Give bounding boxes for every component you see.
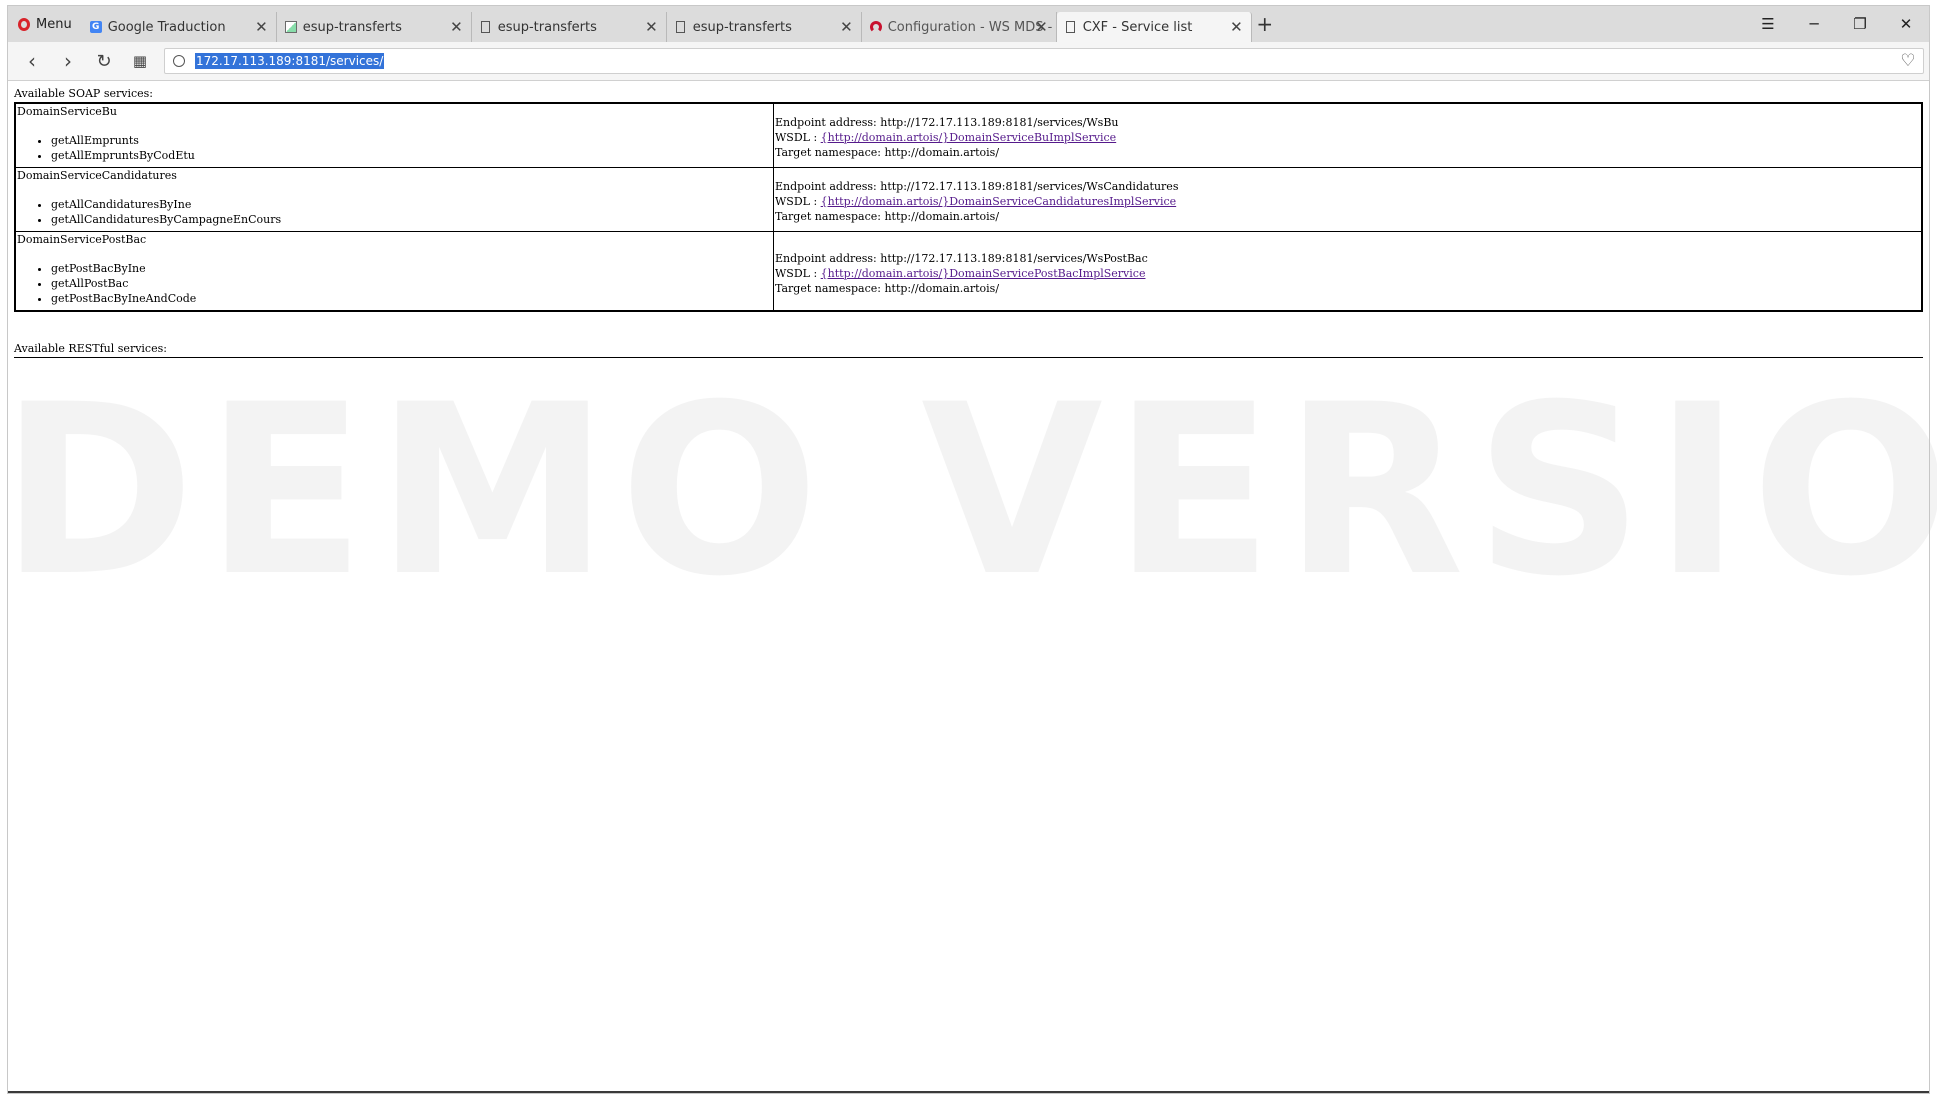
new-tab-button[interactable]: +: [1252, 6, 1278, 42]
operation-list: getPostBacByIne getAllPostBac getPostBac…: [17, 261, 772, 306]
table-row: DomainServicePostBac getPostBacByIne get…: [14, 231, 1923, 312]
operation-item: getPostBacByIne: [51, 261, 772, 276]
service-details-cell: Endpoint address: http://172.17.113.189:…: [773, 102, 1923, 168]
google-translate-icon: G: [89, 20, 102, 34]
soap-services-heading: Available SOAP services:: [14, 87, 153, 100]
wsdl-link[interactable]: {http://domain.artois/}DomainServicePost…: [821, 267, 1146, 280]
tab-title: Google Traduction: [107, 19, 226, 35]
restful-services-heading: Available RESTful services:: [14, 342, 167, 355]
restore-icon[interactable]: ❐: [1837, 6, 1883, 42]
tab-title: esup-transferts: [692, 19, 792, 35]
close-tab-icon[interactable]: ✕: [255, 18, 268, 36]
wsdl-label: WSDL :: [775, 195, 821, 208]
forward-icon[interactable]: ›: [50, 42, 86, 80]
back-icon[interactable]: ‹: [14, 42, 50, 80]
target-namespace: Target namespace: http://domain.artois/: [775, 146, 1000, 159]
window-controls: ☰ ─ ❐ ✕: [1745, 6, 1929, 42]
wsdl-link[interactable]: {http://domain.artois/}DomainServiceCand…: [821, 195, 1176, 208]
opera-logo-icon: [18, 17, 30, 31]
service-cell: DomainServicePostBac getPostBacByIne get…: [14, 231, 774, 312]
arc-logo-icon: [869, 20, 882, 34]
tab-cxf-service-list[interactable]: CXF - Service list ✕: [1056, 12, 1252, 42]
tab-title: esup-transferts: [497, 19, 597, 35]
operation-list: getAllEmprunts getAllEmpruntsByCodEtu: [17, 133, 772, 163]
page-content: Available SOAP services: DomainServiceBu…: [14, 82, 1923, 358]
opera-menu-button[interactable]: Menu: [8, 6, 82, 42]
tab-title: CXF - Service list: [1082, 19, 1193, 35]
image-document-icon: [284, 20, 297, 34]
operation-item: getAllCandidaturesByIne: [51, 197, 772, 212]
operation-item: getPostBacByIneAndCode: [51, 291, 772, 306]
document-icon: [480, 20, 492, 34]
heart-bookmark-icon[interactable]: ♡: [1893, 51, 1923, 71]
tab-esup-transferts-2[interactable]: esup-transferts ✕: [472, 12, 667, 42]
operation-item: getAllEmprunts: [51, 133, 772, 148]
service-name: DomainServicePostBac: [17, 233, 147, 246]
service-cell: DomainServiceBu getAllEmprunts getAllEmp…: [14, 102, 774, 168]
endpoint-address: Endpoint address: http://172.17.113.189:…: [775, 252, 1148, 265]
target-namespace: Target namespace: http://domain.artois/: [775, 210, 1000, 223]
tab-google-traduction[interactable]: G Google Traduction ✕: [82, 12, 277, 42]
operation-item: getAllEmpruntsByCodEtu: [51, 148, 772, 163]
service-details-cell: Endpoint address: http://172.17.113.189:…: [773, 231, 1923, 312]
tab-bar: Menu G Google Traduction ✕ esup-transfer…: [8, 6, 1929, 42]
soap-services-table: DomainServiceBu getAllEmprunts getAllEmp…: [14, 102, 1923, 312]
menu-label: Menu: [36, 16, 72, 32]
close-tab-icon[interactable]: ✕: [1230, 18, 1243, 36]
close-tab-icon[interactable]: ✕: [645, 18, 658, 36]
service-name: DomainServiceCandidatures: [17, 169, 177, 182]
document-icon: [1065, 20, 1077, 34]
operation-list: getAllCandidaturesByIne getAllCandidatur…: [17, 197, 772, 227]
table-row: DomainServiceBu getAllEmprunts getAllEmp…: [14, 102, 1923, 168]
tab-configuration-ws-mds[interactable]: Configuration - WS MDS - ✕: [862, 12, 1057, 42]
tab-title: esup-transferts: [302, 19, 402, 35]
wsdl-label: WSDL :: [775, 131, 821, 144]
endpoint-address: Endpoint address: http://172.17.113.189:…: [775, 116, 1119, 129]
tab-esup-transferts-1[interactable]: esup-transferts ✕: [277, 12, 472, 42]
speed-dial-grid-icon[interactable]: ▦: [122, 42, 158, 80]
service-cell: DomainServiceCandidatures getAllCandidat…: [14, 167, 774, 232]
tab-esup-transferts-3[interactable]: esup-transferts ✕: [667, 12, 862, 42]
close-tab-icon[interactable]: ✕: [450, 18, 463, 36]
url-input[interactable]: 172.17.113.189:8181/services/: [195, 53, 385, 69]
reload-icon[interactable]: ↻: [86, 42, 122, 80]
divider: [14, 357, 1923, 358]
service-details-cell: Endpoint address: http://172.17.113.189:…: [773, 167, 1923, 232]
operation-item: getAllCandidaturesByCampagneEnCours: [51, 212, 772, 227]
close-tab-icon[interactable]: ✕: [840, 18, 853, 36]
tab-title: Configuration - WS MDS -: [887, 19, 1053, 35]
wsdl-label: WSDL :: [775, 267, 821, 280]
navigation-bar: ‹ › ↻ ▦ 172.17.113.189:8181/services/ ♡: [8, 42, 1929, 81]
globe-icon: [165, 55, 193, 67]
wsdl-link[interactable]: {http://domain.artois/}DomainServiceBuIm…: [821, 131, 1117, 144]
close-window-icon[interactable]: ✕: [1883, 6, 1929, 42]
service-name: DomainServiceBu: [17, 105, 117, 118]
endpoint-address: Endpoint address: http://172.17.113.189:…: [775, 180, 1179, 193]
minimize-icon[interactable]: ─: [1791, 6, 1837, 42]
browser-window: Menu G Google Traduction ✕ esup-transfer…: [8, 6, 1929, 1093]
operation-item: getAllPostBac: [51, 276, 772, 291]
target-namespace: Target namespace: http://domain.artois/: [775, 282, 1000, 295]
close-tab-icon[interactable]: ✕: [1035, 18, 1048, 36]
document-icon: [675, 20, 687, 34]
tab-menu-icon[interactable]: ☰: [1745, 6, 1791, 42]
table-row: DomainServiceCandidatures getAllCandidat…: [14, 167, 1923, 232]
address-bar[interactable]: 172.17.113.189:8181/services/ ♡: [164, 48, 1924, 74]
